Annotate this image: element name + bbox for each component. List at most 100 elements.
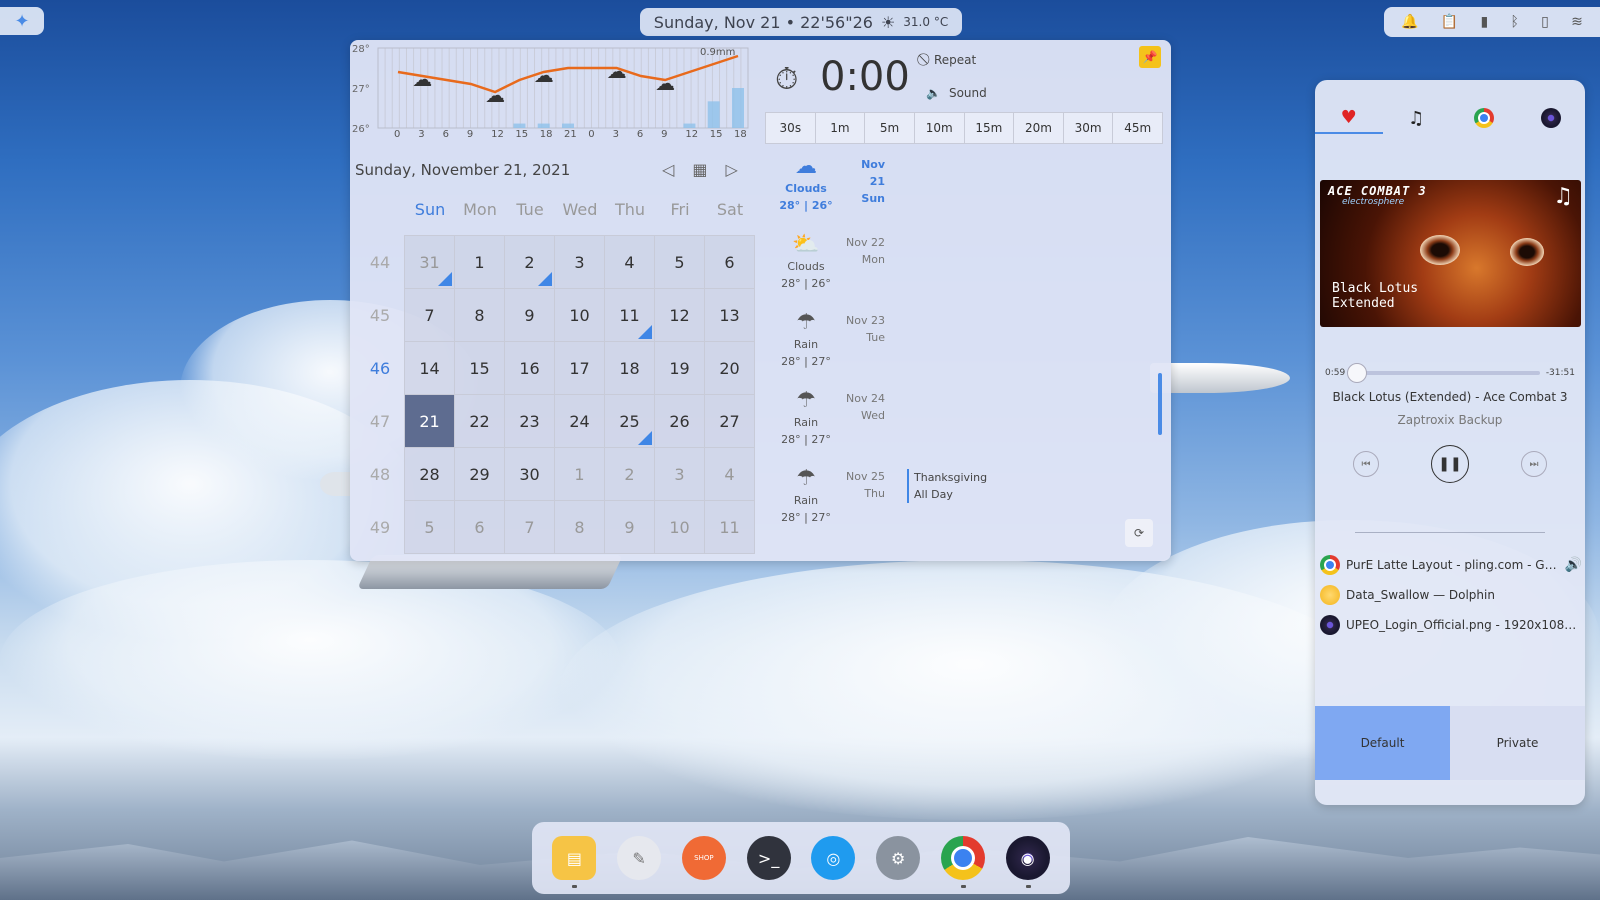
calendar-day[interactable]: 2 (604, 447, 655, 501)
notes-icon[interactable]: ✎ (617, 836, 662, 880)
clock-pill[interactable]: Sunday, Nov 21 • 22'56"26 ☀ 31.0 °C (640, 8, 962, 36)
tab-favorites[interactable]: ♥ (1315, 102, 1383, 134)
calendar-day[interactable]: 31 (404, 235, 455, 289)
timer-preset-button[interactable]: 30m (1062, 112, 1114, 144)
sound-label: Sound (948, 86, 987, 100)
shop-icon[interactable]: SHOP (681, 836, 726, 880)
speaker-icon[interactable]: 🔊 (1565, 557, 1582, 573)
chrome-icon (1473, 108, 1494, 128)
timer-preset-button[interactable]: 10m (913, 112, 965, 144)
pause-button[interactable]: ❚❚ (1431, 445, 1469, 483)
battery-icon[interactable]: ▮ (1481, 14, 1489, 30)
calendar-day[interactable]: 11 (604, 288, 655, 342)
chrome-icon (1320, 555, 1340, 575)
calendar-day[interactable]: 25 (604, 394, 655, 448)
sun-icon: ☀ (880, 12, 896, 32)
album-art: ACE COMBAT 3 electrosphere Black Lotus E… (1320, 180, 1581, 327)
tab-chrome[interactable] (1450, 102, 1518, 134)
event-marker (638, 431, 652, 445)
settings-icon[interactable]: ⚙ (876, 836, 921, 880)
calendar-day[interactable]: 19 (654, 341, 705, 395)
tab-music[interactable]: ♫ (1383, 102, 1451, 134)
refresh-button[interactable]: ⟳ (1125, 519, 1153, 547)
player-item-chrome[interactable]: PurE Latte Layout - pling.com - Goo... 🔊 (1320, 550, 1582, 580)
precip-bar (707, 101, 720, 128)
seek-knob[interactable] (1346, 363, 1367, 383)
timer-preset-button[interactable]: 30s (765, 112, 816, 144)
pin-button[interactable]: 📌 (1139, 46, 1161, 68)
calendar-day[interactable]: 1 (454, 235, 505, 289)
calendar-day[interactable]: 29 (454, 447, 505, 501)
clipboard-icon[interactable]: 📋 (1441, 14, 1458, 30)
timer-preset-button[interactable]: 45m (1112, 112, 1163, 144)
obs-icon[interactable]: ◉ (1005, 836, 1050, 888)
browser-icon[interactable]: ◎ (811, 836, 856, 880)
private-profile-button[interactable]: Private (1450, 706, 1585, 780)
calendar-day[interactable]: 10 (554, 288, 605, 342)
calendar-day[interactable]: 18 (604, 341, 655, 395)
calendar-day[interactable]: 11 (704, 500, 755, 554)
player-item-image[interactable]: UPEO_Login_Official.png - 1920x1080 - ..… (1320, 610, 1582, 640)
calendar-day[interactable]: 28 (404, 447, 455, 501)
timer-preset-button[interactable]: 15m (963, 112, 1015, 144)
timer-preset-button[interactable]: 20m (1013, 112, 1064, 144)
calendar-day[interactable]: 16 (504, 341, 555, 395)
calendar-day[interactable]: 23 (504, 394, 555, 448)
calendar-day[interactable]: 7 (404, 288, 455, 342)
precip-bar (562, 123, 574, 128)
next-button[interactable]: ⏭ (1521, 451, 1547, 477)
previous-button[interactable]: ⏮ (1353, 451, 1379, 477)
calendar-day[interactable]: 6 (454, 500, 505, 554)
calendar-day[interactable]: 24 (554, 394, 605, 448)
calendar-day[interactable]: 6 (704, 235, 755, 289)
calendar-day[interactable]: 9 (604, 500, 655, 554)
repeat-toggle[interactable]: ⃠Repeat (926, 52, 976, 67)
timer-preset-button[interactable]: 5m (864, 112, 915, 144)
calendar-day[interactable]: 21 (404, 394, 455, 448)
calendar-day[interactable]: 10 (654, 500, 705, 554)
terminal-icon[interactable]: >_ (746, 836, 791, 880)
calendar-day[interactable]: 12 (654, 288, 705, 342)
calendar-day[interactable]: 20 (704, 341, 755, 395)
battery-small-icon[interactable]: ▯ (1541, 14, 1549, 30)
calendar-day[interactable]: 17 (554, 341, 605, 395)
calendar-day[interactable]: 5 (404, 500, 455, 554)
calendar-day[interactable]: 4 (604, 235, 655, 289)
calendar-day[interactable]: 7 (504, 500, 555, 554)
calendar-day[interactable]: 8 (554, 500, 605, 554)
prev-month-icon[interactable]: ◁ (662, 160, 674, 179)
calendar-day[interactable]: 3 (554, 235, 605, 289)
sound-toggle[interactable]: 🔈 Sound (926, 86, 987, 100)
calendar-day[interactable]: 27 (704, 394, 755, 448)
tab-obs[interactable] (1518, 102, 1586, 134)
calendar-day[interactable]: 2 (504, 235, 555, 289)
folder-icon[interactable]: ▤ (552, 836, 597, 888)
wifi-icon[interactable]: ≋ (1571, 14, 1583, 30)
timer-value[interactable]: 0:00 (820, 54, 910, 100)
calendar-day[interactable]: 22 (454, 394, 505, 448)
calendar-day[interactable]: 4 (704, 447, 755, 501)
calendar-day[interactable]: 1 (554, 447, 605, 501)
chrome-icon[interactable] (940, 836, 985, 888)
pin-icon: 📌 (1142, 50, 1158, 64)
app-launcher-button[interactable]: ✦ (0, 7, 44, 35)
calendar-icon[interactable]: ▦ (692, 160, 707, 179)
calendar-day[interactable]: 26 (654, 394, 705, 448)
event-thanksgiving[interactable]: Thanksgiving All Day (907, 469, 987, 503)
default-profile-button[interactable]: Default (1315, 706, 1450, 780)
bell-icon[interactable]: 🔔 (1401, 14, 1418, 30)
seek-bar[interactable] (1346, 363, 1540, 383)
calendar-day[interactable]: 8 (454, 288, 505, 342)
calendar-day[interactable]: 3 (654, 447, 705, 501)
player-item-dolphin[interactable]: Data_Swallow — Dolphin (1320, 580, 1582, 610)
calendar-day[interactable]: 30 (504, 447, 555, 501)
timer-preset-button[interactable]: 1m (814, 112, 866, 144)
agenda-scrollbar[interactable] (1158, 373, 1162, 435)
calendar-day[interactable]: 9 (504, 288, 555, 342)
calendar-day[interactable]: 13 (704, 288, 755, 342)
calendar-day[interactable]: 15 (454, 341, 505, 395)
calendar-day[interactable]: 14 (404, 341, 455, 395)
calendar-day[interactable]: 5 (654, 235, 705, 289)
next-month-icon[interactable]: ▷ (725, 160, 737, 179)
bluetooth-icon[interactable]: ᛒ (1510, 14, 1518, 30)
